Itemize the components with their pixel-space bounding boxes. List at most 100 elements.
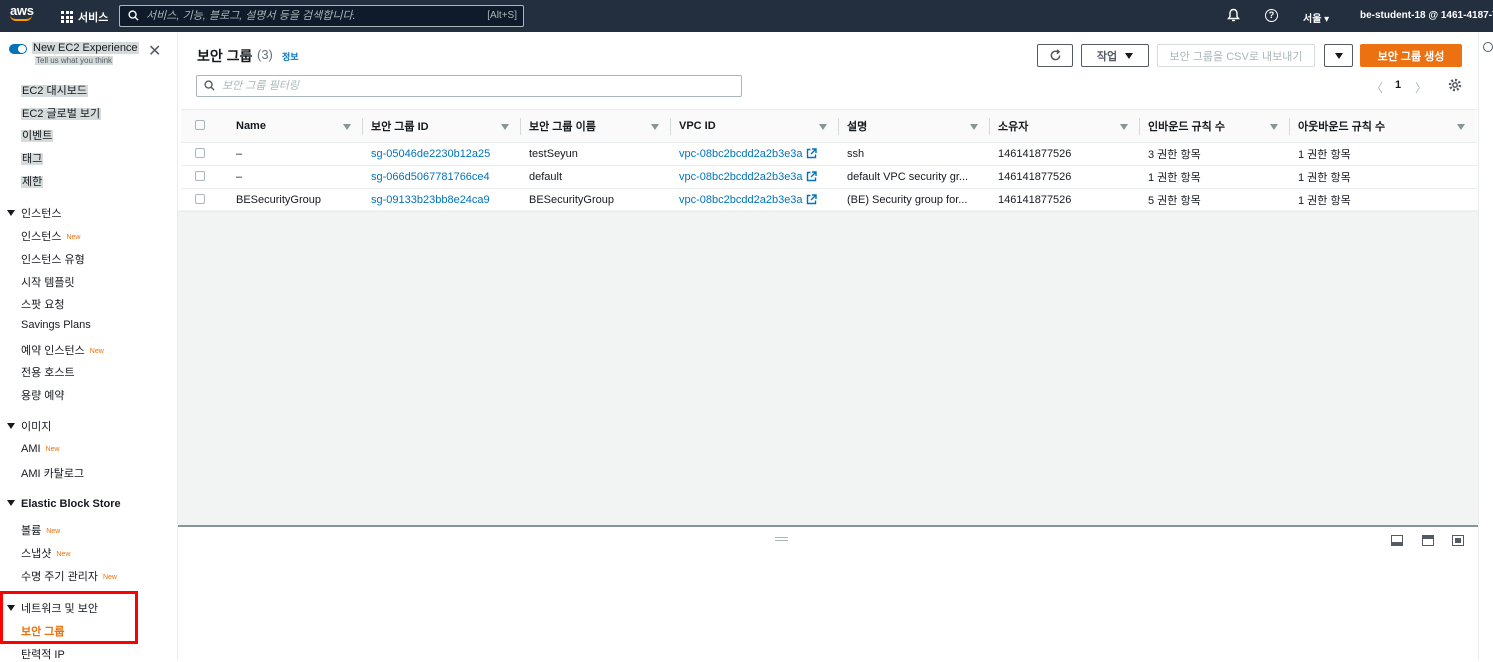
new-badge: New — [102, 574, 117, 581]
global-search[interactable]: [Alt+S] — [119, 5, 524, 27]
help-icon[interactable]: ? — [1265, 9, 1278, 22]
services-menu-button[interactable]: 서비스 — [61, 9, 108, 25]
cell-inbound: 5 권한 항목 — [1140, 188, 1290, 212]
column-header-owner[interactable]: 소유자 — [990, 109, 1140, 143]
cell-name: BESecurityGroup — [228, 188, 363, 212]
sidebar-item-events[interactable]: 이벤트 — [21, 127, 54, 143]
actions-button[interactable]: 작업 — [1081, 44, 1149, 67]
cell-owner: 146141877526 — [990, 165, 1140, 189]
account-menu[interactable]: be-student-18 @ 1461-4187-75 — [1360, 10, 1493, 21]
close-icon[interactable]: ✕ — [148, 44, 161, 60]
column-header-description[interactable]: 설명 — [839, 109, 990, 143]
column-header-inbound-rules[interactable]: 인바운드 규칙 수 — [1140, 109, 1290, 143]
sort-icon — [1457, 124, 1465, 130]
select-all-header — [181, 109, 228, 143]
sidebar-section-instances[interactable]: 인스턴스 — [7, 205, 61, 221]
gear-icon[interactable] — [1448, 78, 1462, 92]
bell-icon[interactable] — [1227, 8, 1240, 22]
sort-icon — [1120, 124, 1128, 130]
cell-sg-id-link[interactable]: sg-09133b23bb8e24ca9 — [363, 188, 521, 212]
sidebar-item-tags[interactable]: 태그 — [21, 150, 44, 166]
sidebar-item-capacity-reservations[interactable]: 용량 예약 — [21, 387, 65, 403]
sidebar-item-volumes[interactable]: 볼륨 New — [21, 522, 60, 538]
caret-down-icon — [7, 500, 15, 506]
sidebar-item-limits[interactable]: 제한 — [21, 173, 44, 189]
info-panel-icon[interactable] — [1483, 42, 1493, 52]
new-badge: New — [45, 446, 60, 453]
sidebar-item-reserved-instances[interactable]: 예약 인스턴스 New — [21, 342, 104, 358]
create-security-group-button[interactable]: 보안 그룹 생성 — [1360, 44, 1462, 67]
export-csv-button[interactable]: 보안 그룹을 CSV로 내보내기 — [1157, 44, 1315, 67]
sidebar-item-instances[interactable]: 인스턴스 New — [21, 228, 81, 244]
security-groups-table: Name 보안 그룹 ID 보안 그룹 이름 VPC ID 설명 소유자 인바운… — [181, 109, 1477, 212]
sidebar-section-ebs[interactable]: Elastic Block Store — [7, 498, 121, 510]
cell-name: – — [228, 165, 363, 189]
sidebar-item-ami[interactable]: AMI New — [21, 443, 60, 455]
row-checkbox[interactable] — [195, 193, 205, 204]
sidebar-item-global-view[interactable]: EC2 글로벌 보기 — [21, 105, 102, 121]
table-row[interactable]: BESecurityGroup sg-09133b23bb8e24ca9 BES… — [181, 188, 1477, 212]
feedback-link[interactable]: Tell us what you think — [35, 56, 114, 65]
export-csv-label: 보안 그룹을 CSV로 내보내기 — [1169, 50, 1303, 63]
table-row[interactable]: – sg-066d5067781766ce4 default vpc-08bc2… — [181, 165, 1477, 189]
next-page-icon[interactable]: 〉 — [1415, 79, 1427, 96]
sort-icon — [1270, 124, 1278, 130]
search-icon — [204, 80, 215, 91]
sidebar-item-dedicated-hosts[interactable]: 전용 호스트 — [21, 364, 75, 380]
sidebar-item-savings-plans[interactable]: Savings Plans — [21, 319, 91, 331]
row-checkbox[interactable] — [195, 147, 205, 158]
services-label: 서비스 — [78, 12, 109, 24]
column-header-sg-name[interactable]: 보안 그룹 이름 — [521, 109, 671, 143]
cell-sg-id-link[interactable]: sg-066d5067781766ce4 — [363, 165, 521, 189]
sidebar-item-launch-templates[interactable]: 시작 템플릿 — [21, 274, 75, 290]
filter-input[interactable] — [222, 78, 722, 94]
split-full-icon[interactable] — [1452, 535, 1464, 546]
page-title: 보안 그룹 — [197, 48, 253, 64]
region-selector[interactable]: 서울 ▾ — [1303, 10, 1329, 25]
sidebar-item-ec2-dashboard[interactable]: EC2 대시보드 — [21, 82, 88, 98]
page-number[interactable]: 1 — [1395, 79, 1401, 91]
aws-logo-text: aws — [10, 3, 34, 18]
vpc-id-link[interactable]: vpc-08bc2bcdd2a2b3e3a — [679, 148, 803, 160]
actions-label: 작업 — [1096, 50, 1118, 63]
refresh-button[interactable] — [1037, 44, 1073, 67]
sidebar-item-lifecycle-manager[interactable]: 수명 주기 관리자 New — [21, 568, 117, 584]
column-header-name[interactable]: Name — [228, 109, 363, 143]
info-link[interactable]: 정보 — [282, 50, 299, 63]
vpc-id-link[interactable]: vpc-08bc2bcdd2a2b3e3a — [679, 171, 803, 183]
new-experience-label: New EC2 Experience — [32, 42, 139, 54]
previous-page-icon[interactable]: 〈 — [1371, 79, 1383, 96]
sidebar-item-instance-types[interactable]: 인스턴스 유형 — [21, 251, 85, 267]
caret-down-icon — [1125, 52, 1134, 59]
sidebar-item-spot-requests[interactable]: 스팟 요청 — [21, 296, 65, 312]
drag-handle-icon[interactable] — [775, 537, 788, 541]
new-badge: New — [89, 348, 104, 355]
highlight-box — [0, 591, 138, 644]
export-dropdown-button[interactable] — [1324, 44, 1353, 67]
table-row[interactable]: – sg-05046de2230b12a25 testSeyun vpc-08b… — [181, 142, 1477, 166]
split-bottom-icon[interactable] — [1391, 535, 1403, 546]
cell-outbound: 1 권한 항목 — [1290, 165, 1477, 189]
column-header-vpc-id[interactable]: VPC ID — [671, 109, 839, 143]
new-experience-toggle[interactable] — [9, 44, 27, 54]
cell-owner: 146141877526 — [990, 188, 1140, 212]
sidebar-item-snapshots[interactable]: 스냅샷 New — [21, 545, 70, 561]
create-security-group-label: 보안 그룹 생성 — [1377, 50, 1445, 63]
sidebar: New EC2 Experience Tell us what you thin… — [0, 32, 178, 661]
sidebar-section-images[interactable]: 이미지 — [7, 418, 51, 434]
cell-sg-id-link[interactable]: sg-05046de2230b12a25 — [363, 142, 521, 166]
refresh-icon — [1050, 49, 1060, 61]
new-badge: New — [66, 234, 81, 241]
cell-owner: 146141877526 — [990, 142, 1140, 166]
sidebar-item-ami-catalog[interactable]: AMI 카탈로그 — [21, 465, 84, 481]
select-all-checkbox[interactable] — [195, 119, 205, 130]
aws-logo[interactable]: aws — [10, 3, 36, 27]
global-search-input[interactable] — [146, 8, 476, 24]
filter-box[interactable] — [196, 75, 742, 97]
column-header-sg-id[interactable]: 보안 그룹 ID — [363, 109, 521, 143]
column-header-outbound-rules[interactable]: 아웃바운드 규칙 수 — [1290, 109, 1477, 143]
main-content: 보안 그룹 (3) 정보 작업 보안 그룹을 CSV로 내보내기 보안 그룹 생… — [178, 32, 1478, 660]
row-checkbox[interactable] — [195, 170, 205, 181]
vpc-id-link[interactable]: vpc-08bc2bcdd2a2b3e3a — [679, 194, 803, 206]
split-top-icon[interactable] — [1422, 535, 1434, 546]
